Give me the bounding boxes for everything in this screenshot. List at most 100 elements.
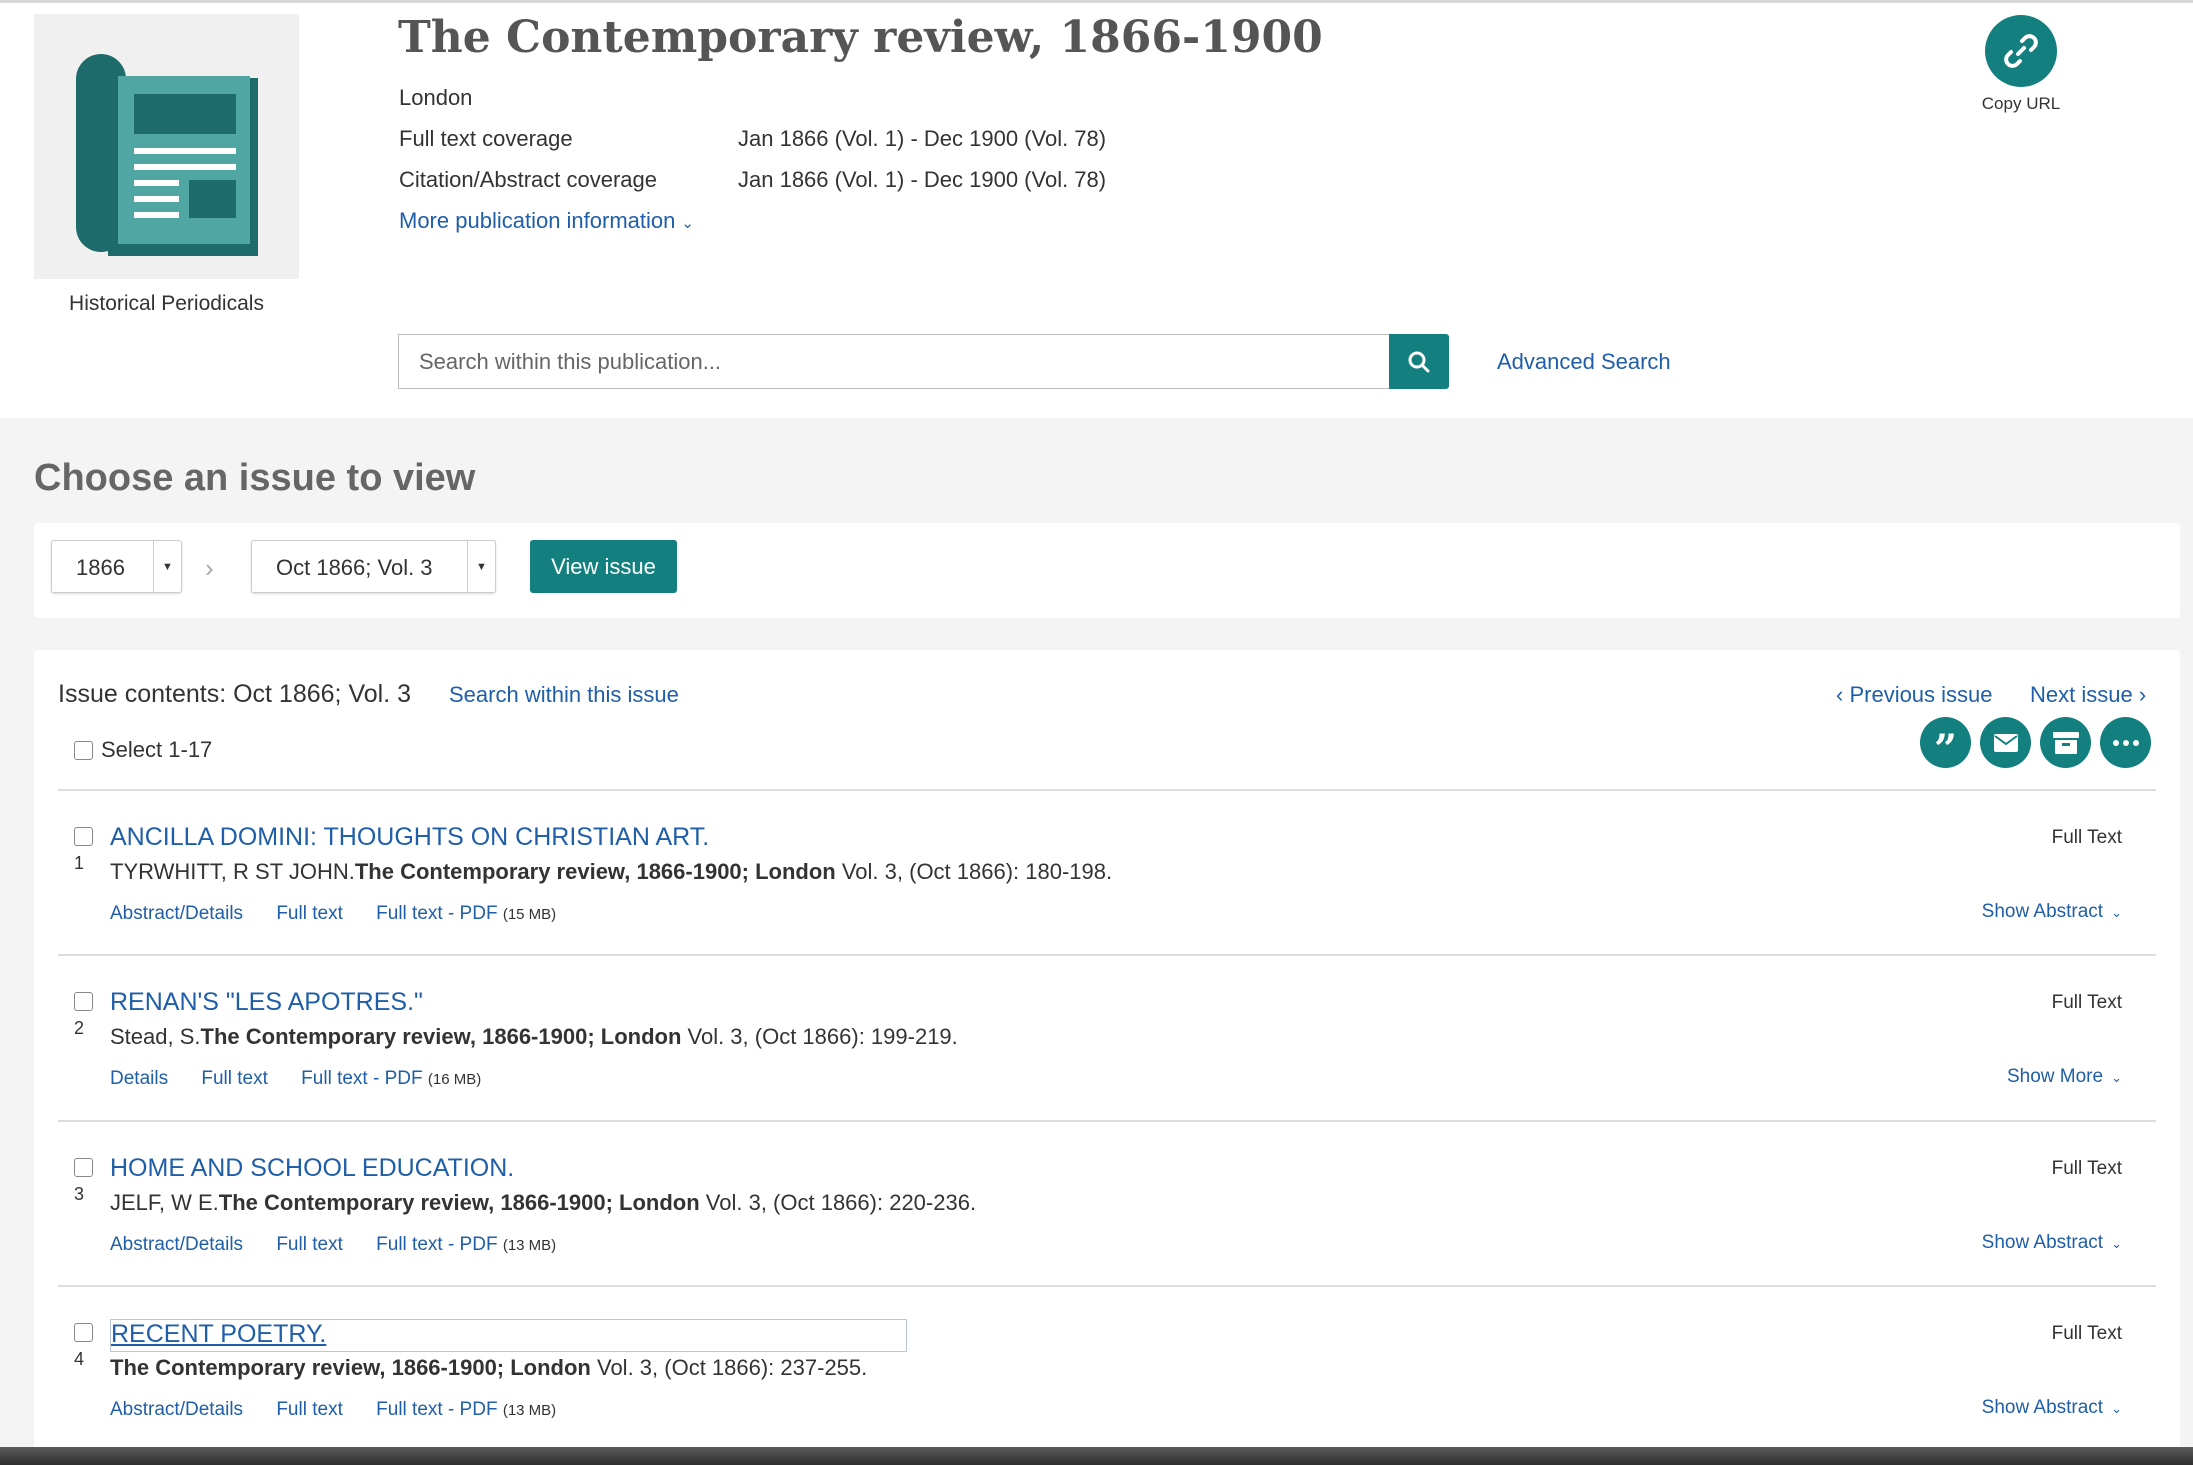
year-select[interactable]: 1866 ▼ — [51, 540, 182, 593]
full-text-coverage-row: Full text coverage Jan 1866 (Vol. 1) - D… — [399, 126, 1106, 152]
show-abstract-toggle[interactable]: Show Abstract ⌄ — [1982, 1397, 2122, 1419]
show-abstract-toggle[interactable]: Show Abstract ⌄ — [1982, 901, 2122, 923]
cite-button[interactable]: ” — [1920, 717, 1971, 773]
full-text-badge: Full Text — [2051, 1323, 2122, 1344]
details-link[interactable]: Details — [110, 1068, 168, 1089]
article-author: JELF, W E. — [110, 1190, 219, 1215]
save-button[interactable] — [2040, 717, 2091, 768]
next-issue-label: Next issue — [2030, 682, 2133, 707]
article-links: Abstract/Details Full text Full text - P… — [110, 903, 584, 925]
full-text-link[interactable]: Full text — [276, 903, 343, 924]
toggle-label: Show More — [2006, 1066, 2104, 1087]
os-taskbar — [0, 1447, 2193, 1465]
show-abstract-toggle[interactable]: Show Abstract ⌄ — [1982, 1232, 2122, 1254]
more-publication-info-link[interactable]: More publication information ⌄ — [399, 208, 694, 234]
full-text-pdf-link[interactable]: Full text - PDF (16 MB) — [301, 1068, 481, 1089]
coverage-value: Jan 1866 (Vol. 1) - Dec 1900 (Vol. 78) — [738, 167, 1107, 192]
article-row: 2 RENAN'S "LES APOTRES." Stead, S.The Co… — [34, 956, 2180, 1122]
coverage-value: Jan 1866 (Vol. 1) - Dec 1900 (Vol. 78) — [738, 126, 1107, 151]
article-title-link[interactable]: HOME AND SCHOOL EDUCATION. — [110, 1154, 514, 1183]
issue-contents-title: Issue contents: Oct 1866; Vol. 3 — [58, 680, 411, 708]
full-text-pdf-link[interactable]: Full text - PDF (13 MB) — [376, 1399, 556, 1420]
dropdown-arrow-icon: ▼ — [153, 541, 181, 592]
full-text-link[interactable]: Full text — [201, 1068, 268, 1089]
toggle-label: Show Abstract — [1981, 1397, 2104, 1418]
publication-title: The Contemporary review, 1866-1900 — [398, 12, 1323, 63]
article-checkbox[interactable] — [74, 1158, 93, 1177]
pdf-size: (13 MB) — [502, 1237, 557, 1254]
article-number: 3 — [74, 1184, 85, 1204]
issue-contents: Issue contents: Oct 1866; Vol. 3 Search … — [34, 650, 2180, 1465]
coverage-label: Full text coverage — [399, 126, 573, 151]
save-icon — [2052, 731, 2079, 754]
abstract-details-link[interactable]: Abstract/Details — [110, 1234, 243, 1255]
pdf-size: (13 MB) — [502, 1402, 557, 1419]
article-title-link[interactable]: RENAN'S "LES APOTRES." — [110, 988, 423, 1017]
article-number: 2 — [74, 1018, 85, 1038]
full-text-pdf-link[interactable]: Full text - PDF (15 MB) — [376, 903, 556, 924]
article-checkbox[interactable] — [74, 827, 93, 846]
newspaper-icon — [76, 54, 258, 256]
copy-url-button[interactable] — [1985, 15, 2057, 87]
cite-icon: ” — [1933, 725, 1957, 773]
dropdown-arrow-icon: ▼ — [467, 541, 495, 592]
full-text-link[interactable]: Full text — [276, 1234, 343, 1255]
abstract-details-link[interactable]: Abstract/Details — [110, 903, 243, 924]
show-more-toggle[interactable]: Show More ⌄ — [2007, 1066, 2122, 1088]
article-author: TYRWHITT, R ST JOHN. — [110, 859, 355, 884]
chevron-down-icon: ⌄ — [2111, 1070, 2122, 1085]
search-button[interactable] — [1389, 334, 1449, 389]
full-text-badge: Full Text — [2051, 827, 2122, 848]
next-issue-link[interactable]: Next issue › — [2030, 682, 2146, 708]
issue-select-value: Oct 1866; Vol. 3 — [276, 555, 433, 580]
view-issue-button[interactable]: View issue — [530, 540, 677, 593]
more-icon — [2112, 739, 2139, 746]
article-details: Vol. 3, (Oct 1866): 220-236. — [699, 1190, 977, 1215]
full-text-link[interactable]: Full text — [276, 1399, 343, 1420]
chevron-right-icon: › — [2132, 682, 2147, 707]
copy-url-label: Copy URL — [1981, 94, 2061, 113]
issue-select[interactable]: Oct 1866; Vol. 3 ▼ — [251, 540, 496, 593]
article-details: Vol. 3, (Oct 1866): 237-255. — [590, 1355, 868, 1380]
chevron-down-icon: ⌄ — [2111, 1236, 2122, 1251]
select-all-label: Select 1-17 — [101, 737, 213, 762]
advanced-search-link[interactable]: Advanced Search — [1497, 349, 1671, 375]
article-number: 4 — [74, 1349, 85, 1369]
article-details: Vol. 3, (Oct 1866): 199-219. — [681, 1024, 958, 1049]
toggle-label: Show Abstract — [1981, 901, 2104, 922]
pdf-link-label: Full text - PDF — [376, 1399, 498, 1420]
publication-search-input[interactable] — [399, 335, 1389, 388]
article-checkbox[interactable] — [74, 992, 93, 1011]
pdf-size: (16 MB) — [427, 1071, 482, 1088]
citation-coverage-row: Citation/Abstract coverage Jan 1866 (Vol… — [399, 167, 1106, 193]
full-text-badge: Full Text — [2051, 992, 2122, 1013]
toggle-label: Show Abstract — [1981, 1232, 2104, 1253]
search-within-issue-link[interactable]: Search within this issue — [449, 682, 679, 708]
select-all-checkbox[interactable] — [74, 740, 93, 760]
article-title-link[interactable]: ANCILLA DOMINI: THOUGHTS ON CHRISTIAN AR… — [110, 823, 709, 852]
article-source: The Contemporary review, 1866-1900; Lond… — [200, 1024, 682, 1049]
pdf-link-label: Full text - PDF — [376, 1234, 498, 1255]
email-button[interactable] — [1980, 717, 2031, 768]
coverage-label: Citation/Abstract coverage — [399, 167, 658, 192]
chevron-right-icon: › — [205, 553, 214, 583]
previous-issue-link[interactable]: ‹ Previous issue — [1836, 682, 1993, 708]
article-row: 3 HOME AND SCHOOL EDUCATION. JELF, W E.T… — [34, 1122, 2180, 1288]
chevron-left-icon: ‹ — [1836, 682, 1850, 707]
publication-search-field[interactable] — [398, 334, 1389, 389]
publication-place: London — [399, 85, 473, 110]
article-details: Vol. 3, (Oct 1866): 180-198. — [835, 859, 1113, 884]
link-icon — [2004, 34, 2038, 68]
full-text-pdf-link[interactable]: Full text - PDF (13 MB) — [376, 1234, 556, 1255]
abstract-details-link[interactable]: Abstract/Details — [110, 1399, 243, 1420]
more-actions-button[interactable] — [2100, 717, 2151, 768]
chevron-down-icon: ⌄ — [2111, 1401, 2122, 1416]
pdf-size: (15 MB) — [502, 906, 557, 923]
article-source: The Contemporary review, 1866-1900; Lond… — [354, 859, 836, 884]
article-checkbox[interactable] — [74, 1323, 93, 1342]
select-all[interactable]: Select 1-17 — [74, 737, 212, 763]
article-links: Abstract/Details Full text Full text - P… — [110, 1234, 584, 1256]
pdf-link-label: Full text - PDF — [376, 903, 498, 924]
previous-issue-label: Previous issue — [1849, 682, 1993, 707]
article-title-link[interactable]: RECENT POETRY. — [110, 1319, 908, 1352]
